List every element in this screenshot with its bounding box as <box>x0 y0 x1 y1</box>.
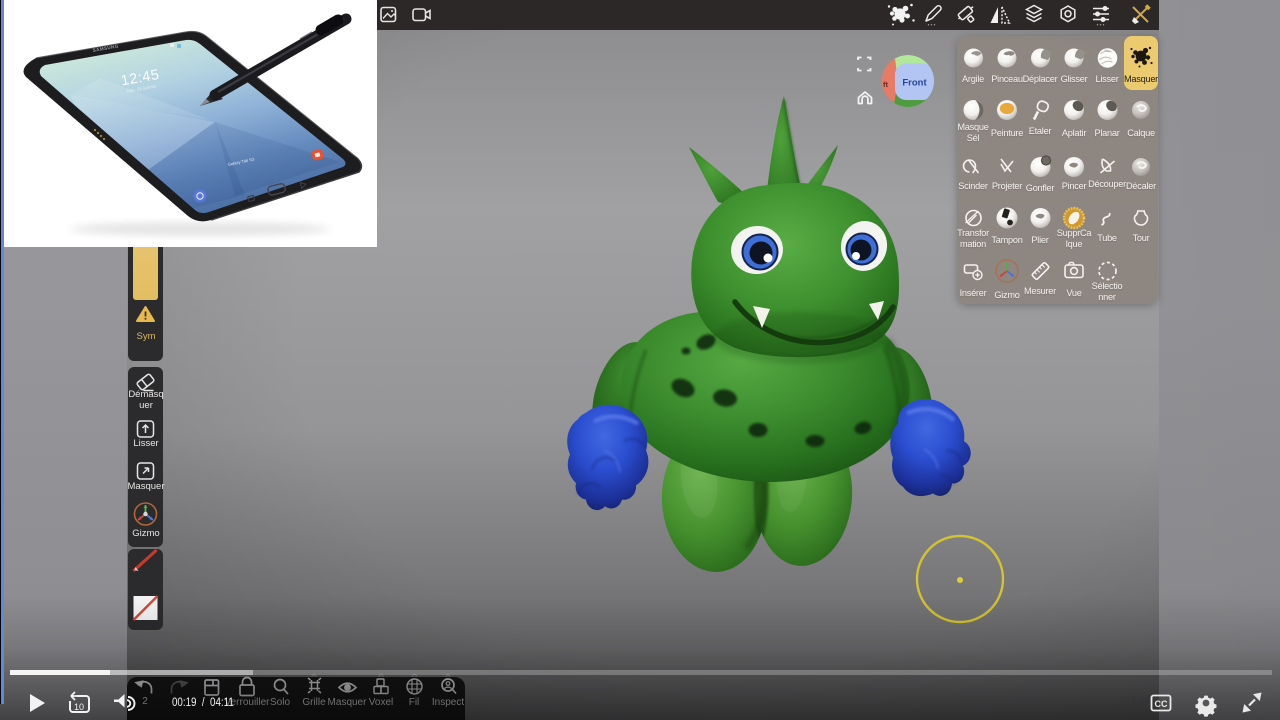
svg-text:CC: CC <box>1155 699 1168 709</box>
svg-text:ft: ft <box>883 80 888 89</box>
svg-text:Front: Front <box>902 78 927 89</box>
svg-text:10: 10 <box>74 702 84 712</box>
